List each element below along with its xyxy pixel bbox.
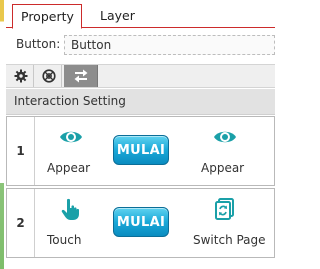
interaction-setting-header: Interaction Setting <box>6 89 275 115</box>
interaction-index: 2 <box>7 189 35 257</box>
settings-toolbar-button[interactable] <box>8 65 34 87</box>
action-label: Switch Page <box>193 233 266 247</box>
interaction-row[interactable]: 2 Touch MULAI Switch Page <box>6 188 275 258</box>
button-name-row: Button: Button <box>6 33 275 57</box>
swap-arrows-icon <box>74 69 87 83</box>
interaction-index: 1 <box>7 117 35 185</box>
touch-hand-icon <box>61 198 79 220</box>
trigger-label: Touch <box>47 233 82 247</box>
mulai-label: MULAI <box>116 214 166 230</box>
interaction-toolbar-button[interactable] <box>64 65 98 87</box>
gear-icon <box>14 69 27 83</box>
property-panel: Property Layer Button: Button Interactio… <box>0 0 275 269</box>
left-accent-strip <box>0 0 4 269</box>
tab-property[interactable]: Property <box>12 4 82 29</box>
tab-layer[interactable]: Layer <box>92 4 143 27</box>
eye-icon <box>60 131 82 143</box>
trigger-label: Appear <box>47 161 91 175</box>
mulai-button-thumbnail: MULAI <box>113 207 169 237</box>
panel-toolbar <box>6 64 275 88</box>
button-name-label: Button: <box>16 37 61 51</box>
mulai-label: MULAI <box>116 142 166 158</box>
eye-icon <box>214 131 236 143</box>
target-icon <box>41 69 56 83</box>
interaction-row[interactable]: 1 Appear MULAI Appear <box>6 116 275 186</box>
mulai-button-thumbnail: MULAI <box>113 135 169 165</box>
button-name-field[interactable]: Button <box>64 35 275 55</box>
action-label: Appear <box>201 161 245 175</box>
switch-page-icon <box>215 198 234 220</box>
target-toolbar-button[interactable] <box>36 65 62 87</box>
tab-bar: Property Layer <box>6 2 275 29</box>
